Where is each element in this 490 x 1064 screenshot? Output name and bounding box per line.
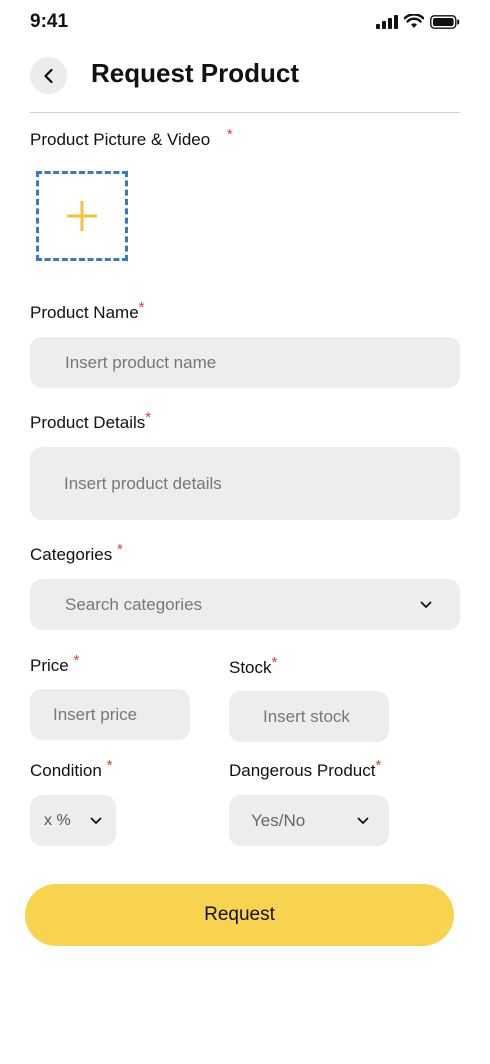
price-field[interactable]: [30, 689, 190, 740]
price-label: Price: [30, 656, 69, 675]
stock-label: Stock: [229, 658, 272, 677]
product-name-label: Product Name: [30, 303, 139, 322]
back-button[interactable]: [30, 57, 67, 94]
product-details-input[interactable]: [62, 472, 460, 495]
chevron-down-icon: [420, 601, 432, 609]
chevron-down-icon: [357, 817, 369, 825]
condition-label-row: Condition *: [30, 757, 112, 781]
plus-icon: [67, 201, 97, 231]
price-input[interactable]: [51, 703, 190, 726]
header-divider: [30, 112, 460, 113]
request-button[interactable]: Request: [25, 884, 454, 946]
required-mark: *: [375, 757, 382, 774]
stock-input[interactable]: [261, 705, 389, 728]
required-mark: *: [106, 757, 113, 774]
page-title: Request Product: [91, 58, 300, 88]
categories-select[interactable]: [30, 579, 460, 630]
product-details-field[interactable]: [30, 447, 460, 520]
status-time: 9:41: [30, 11, 69, 32]
picture-label: Product Picture & Video: [30, 130, 211, 149]
chevron-left-icon: [43, 68, 53, 83]
required-mark: *: [271, 654, 278, 671]
categories-search-input[interactable]: [63, 593, 420, 616]
product-name-label-row: Product Name*: [30, 299, 145, 323]
product-name-input[interactable]: [63, 351, 460, 374]
stock-label-row: Stock*: [229, 654, 277, 678]
status-icons: [376, 14, 460, 29]
stock-field[interactable]: [229, 691, 389, 742]
wifi-icon: [404, 14, 424, 28]
categories-label-row: Categories *: [30, 541, 123, 565]
dangerous-select[interactable]: Yes/No: [229, 795, 389, 846]
categories-label: Categories: [30, 545, 113, 564]
price-label-row: Price *: [30, 652, 79, 676]
cellular-signal-icon: [376, 14, 398, 29]
chevron-down-icon: [90, 817, 102, 825]
dangerous-label-row: Dangerous Product*: [229, 757, 381, 781]
product-details-label-row: Product Details*: [30, 409, 151, 433]
product-details-label: Product Details: [30, 413, 146, 432]
upload-media-button[interactable]: [36, 171, 128, 261]
picture-label-row: Product Picture & Video *: [30, 126, 233, 150]
required-mark: *: [138, 299, 145, 316]
condition-select[interactable]: x %: [30, 795, 116, 846]
product-name-field[interactable]: [30, 337, 460, 388]
required-mark: *: [226, 126, 233, 143]
dangerous-value: Yes/No: [251, 810, 306, 830]
condition-label: Condition: [30, 761, 102, 780]
required-mark: *: [73, 652, 80, 669]
required-mark: *: [116, 541, 123, 558]
condition-value: x %: [44, 811, 71, 829]
battery-icon: [430, 14, 460, 29]
required-mark: *: [145, 409, 152, 426]
dangerous-label: Dangerous Product: [229, 761, 376, 780]
